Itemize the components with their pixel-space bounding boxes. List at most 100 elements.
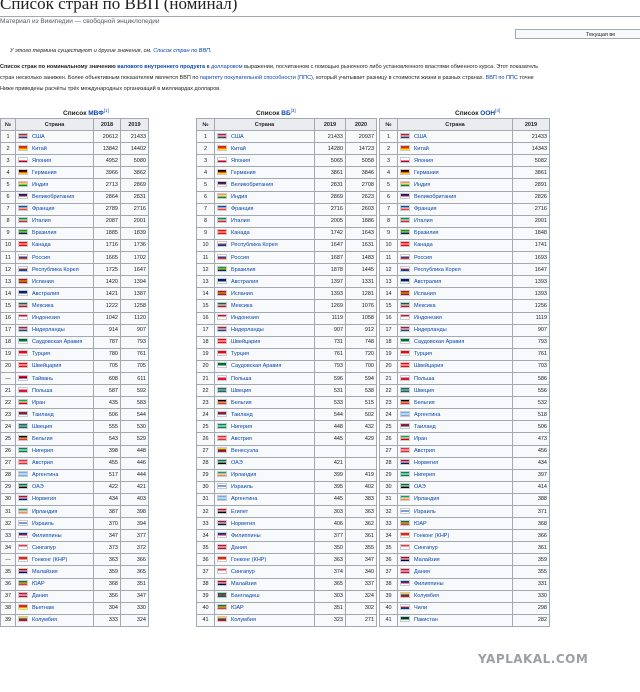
country-cell[interactable]: Великобритания	[397, 190, 513, 204]
country-cell[interactable]: ЮАР	[397, 517, 513, 531]
country-cell[interactable]: Тайвань	[15, 371, 94, 386]
country-cell[interactable]: Германия	[15, 166, 94, 180]
country-name-link[interactable]: Пакистан	[414, 617, 438, 623]
country-name-link[interactable]: Норвегия	[414, 460, 438, 466]
country-name-link[interactable]: Венесуэла	[231, 448, 258, 454]
country-cell[interactable]: Мексика	[15, 299, 94, 313]
country-name-link[interactable]: Италия	[32, 218, 51, 224]
country-cell[interactable]: Италия	[214, 214, 315, 228]
country-cell[interactable]: Нидерланды	[214, 323, 315, 337]
dollar-link[interactable]: долларовом	[211, 64, 242, 70]
country-cell[interactable]: Чили	[397, 601, 513, 615]
country-name-link[interactable]: Италия	[231, 218, 250, 224]
country-cell[interactable]: Таиланд	[397, 420, 513, 434]
column-header[interactable]: Страна	[214, 117, 315, 132]
country-name-link[interactable]: Турция	[231, 351, 249, 357]
country-cell[interactable]: Италия	[15, 214, 94, 228]
country-cell[interactable]: Венесуэла	[214, 444, 315, 458]
country-name-link[interactable]: Нидерланды	[32, 327, 65, 333]
country-name-link[interactable]: Австрия	[32, 460, 53, 466]
country-name-link[interactable]: Колумбия	[32, 617, 57, 623]
country-cell[interactable]: Бразилия	[15, 226, 94, 240]
country-name-link[interactable]: ОАЭ	[231, 460, 243, 466]
country-name-link[interactable]: США	[32, 134, 45, 140]
country-name-link[interactable]: Китай	[414, 146, 429, 152]
country-name-link[interactable]: Аргентина	[231, 496, 257, 502]
country-cell[interactable]: Пакистан	[397, 613, 513, 627]
country-name-link[interactable]: США	[414, 134, 427, 140]
country-cell[interactable]: Таиланд	[214, 408, 315, 422]
country-name-link[interactable]: Германия	[414, 170, 439, 176]
imf-ref[interactable]: [1]	[104, 108, 109, 113]
country-cell[interactable]: Индонезия	[214, 311, 315, 325]
country-name-link[interactable]: Иран	[414, 436, 427, 442]
country-cell[interactable]: Бельгия	[397, 396, 513, 410]
country-name-link[interactable]: ЮАР	[32, 581, 45, 587]
country-cell[interactable]: Мексика	[214, 299, 315, 313]
un-ref[interactable]: [4]	[495, 108, 500, 113]
country-name-link[interactable]: ОАЭ	[414, 484, 426, 490]
wb-link[interactable]: ВБ	[281, 110, 290, 117]
country-cell[interactable]: Ирландия	[15, 504, 94, 519]
country-cell[interactable]: Канада	[214, 226, 315, 240]
country-cell[interactable]: Польша	[214, 371, 315, 386]
country-name-link[interactable]: Канада	[414, 242, 433, 248]
country-cell[interactable]: Республика Корея	[397, 263, 513, 277]
country-cell[interactable]: Германия	[397, 166, 513, 180]
country-cell[interactable]: ОАЭ	[214, 456, 315, 470]
country-name-link[interactable]: Дания	[231, 545, 247, 551]
country-cell[interactable]: США	[397, 130, 513, 144]
country-name-link[interactable]: Аргентина	[32, 472, 58, 478]
country-name-link[interactable]: Турция	[32, 351, 50, 357]
country-cell[interactable]: Колумбия	[397, 589, 513, 603]
country-name-link[interactable]: Великобритания	[414, 194, 456, 200]
country-cell[interactable]: Австрия	[214, 432, 315, 446]
country-name-link[interactable]: Канада	[32, 242, 51, 248]
country-name-link[interactable]: Норвегия	[32, 496, 56, 502]
country-name-link[interactable]: Сингапур	[414, 545, 438, 551]
country-cell[interactable]: Малайзия	[214, 577, 315, 591]
country-cell[interactable]: Россия	[397, 251, 513, 265]
country-name-link[interactable]: Китай	[231, 146, 246, 152]
country-cell[interactable]: Израиль	[397, 504, 513, 519]
country-name-link[interactable]: Турция	[414, 351, 432, 357]
country-name-link[interactable]: Саудовская Аравия	[414, 339, 464, 345]
country-cell[interactable]: Сингапур	[214, 565, 315, 579]
country-cell[interactable]: Япония	[397, 154, 513, 168]
country-name-link[interactable]: Малайзия	[414, 557, 440, 563]
country-name-link[interactable]: Австралия	[231, 279, 258, 285]
column-header[interactable]: №	[0, 117, 16, 132]
country-cell[interactable]: Канада	[397, 238, 513, 253]
country-name-link[interactable]: Австралия	[414, 279, 441, 285]
country-name-link[interactable]: Испания	[414, 291, 436, 297]
country-cell[interactable]: Австралия	[15, 287, 94, 301]
gdp-link[interactable]: валового внутреннего продукта	[117, 64, 205, 70]
country-cell[interactable]: Франция	[15, 202, 94, 216]
country-name-link[interactable]: Япония	[231, 158, 250, 164]
version-notice-box[interactable]: Текущая ве	[515, 29, 640, 39]
country-cell[interactable]: Малайзия	[397, 553, 513, 567]
country-name-link[interactable]: Мексика	[231, 303, 253, 309]
country-cell[interactable]: Саудовская Аравия	[397, 335, 513, 349]
country-name-link[interactable]: Таиланд	[414, 424, 436, 430]
country-name-link[interactable]: Колумбия	[231, 617, 256, 623]
country-name-link[interactable]: Нигерия	[231, 424, 252, 430]
country-cell[interactable]: Гонконг (КНР)	[214, 553, 315, 567]
country-cell[interactable]: Япония	[214, 154, 315, 168]
country-cell[interactable]: Швейцария	[397, 359, 513, 373]
ppp-link[interactable]: паритету покупательной способности (ППС)	[200, 75, 313, 81]
country-cell[interactable]: Мексика	[397, 299, 513, 313]
country-name-link[interactable]: Индонезия	[414, 315, 442, 321]
country-name-link[interactable]: Россия	[32, 255, 50, 261]
country-name-link[interactable]: Китай	[32, 146, 47, 152]
country-cell[interactable]: Норвегия	[214, 517, 315, 531]
country-cell[interactable]: Польша	[397, 371, 513, 386]
column-header[interactable]: Страна	[15, 117, 94, 132]
country-name-link[interactable]: США	[231, 134, 244, 140]
country-name-link[interactable]: Индия	[231, 194, 247, 200]
column-header[interactable]: 2019	[314, 117, 346, 132]
un-link[interactable]: ООН	[480, 110, 495, 117]
country-name-link[interactable]: Польша	[32, 388, 52, 394]
country-name-link[interactable]: Великобритания	[32, 194, 74, 200]
country-name-link[interactable]: ЮАР	[231, 605, 244, 611]
